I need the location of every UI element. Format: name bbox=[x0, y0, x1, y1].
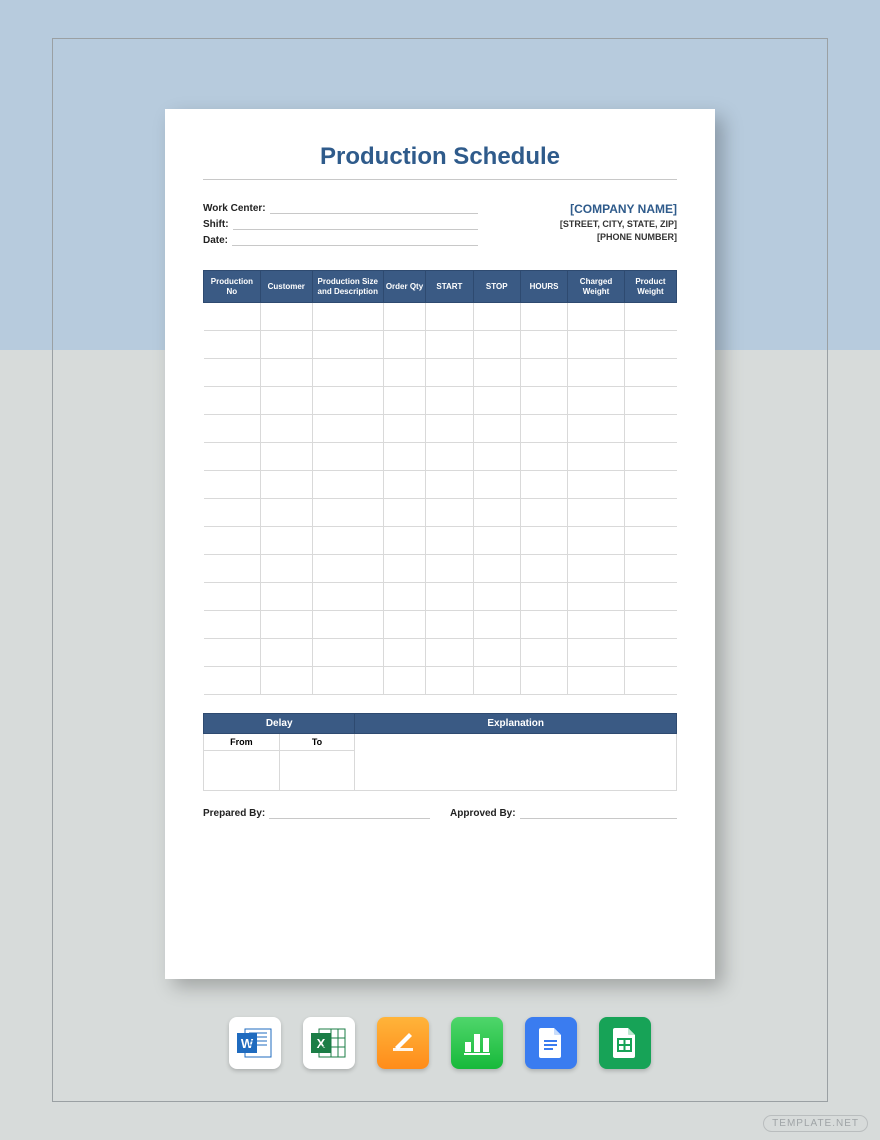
approved-by-row: Approved By: bbox=[450, 807, 677, 819]
company-phone: [PHONE NUMBER] bbox=[560, 232, 677, 242]
work-center-row: Work Center: bbox=[203, 202, 478, 214]
col-customer: Customer bbox=[260, 271, 312, 303]
work-center-field[interactable] bbox=[270, 202, 478, 214]
header-right: [COMPANY NAME] [STREET, CITY, STATE, ZIP… bbox=[560, 202, 677, 250]
preview-frame: Production Schedule Work Center: Shift: … bbox=[52, 38, 828, 1102]
svg-text:W: W bbox=[241, 1036, 254, 1051]
header-left: Work Center: Shift: Date: bbox=[203, 202, 478, 250]
watermark: TEMPLATE.NET bbox=[763, 1115, 868, 1132]
from-cell[interactable] bbox=[204, 751, 280, 791]
table-row bbox=[204, 555, 677, 583]
col-hours: HOURS bbox=[520, 271, 567, 303]
table-row bbox=[204, 443, 677, 471]
company-address: [STREET, CITY, STATE, ZIP] bbox=[560, 219, 677, 229]
shift-field[interactable] bbox=[233, 218, 478, 230]
shift-label: Shift: bbox=[203, 219, 229, 230]
table-row bbox=[204, 415, 677, 443]
pages-icon[interactable] bbox=[377, 1017, 429, 1069]
col-from: From bbox=[204, 734, 280, 751]
to-cell[interactable] bbox=[279, 751, 355, 791]
numbers-icon[interactable] bbox=[451, 1017, 503, 1069]
col-charged-weight: Charged Weight bbox=[568, 271, 625, 303]
google-sheets-icon[interactable] bbox=[599, 1017, 651, 1069]
table-row bbox=[204, 387, 677, 415]
table-row bbox=[204, 499, 677, 527]
delay-subheader-row: From To bbox=[204, 734, 677, 751]
table-row bbox=[204, 611, 677, 639]
col-product-weight: Product Weight bbox=[624, 271, 676, 303]
table-row bbox=[204, 527, 677, 555]
company-name: [COMPANY NAME] bbox=[560, 202, 677, 216]
document-page: Production Schedule Work Center: Shift: … bbox=[165, 109, 715, 979]
date-label: Date: bbox=[203, 235, 228, 246]
approved-by-label: Approved By: bbox=[450, 808, 516, 819]
col-explanation: Explanation bbox=[355, 714, 677, 734]
excel-icon[interactable]: X bbox=[303, 1017, 355, 1069]
signoff-row: Prepared By: Approved By: bbox=[203, 807, 677, 819]
col-delay: Delay bbox=[204, 714, 355, 734]
prepared-by-label: Prepared By: bbox=[203, 808, 265, 819]
table-row bbox=[204, 667, 677, 695]
table-header-row: Production No Customer Production Size a… bbox=[204, 271, 677, 303]
col-start: START bbox=[426, 271, 473, 303]
prepared-by-row: Prepared By: bbox=[203, 807, 430, 819]
col-size-desc: Production Size and Description bbox=[312, 271, 383, 303]
col-stop: STOP bbox=[473, 271, 520, 303]
prepared-by-field[interactable] bbox=[269, 807, 430, 819]
col-order-qty: Order Qty bbox=[383, 271, 426, 303]
work-center-label: Work Center: bbox=[203, 203, 266, 214]
explanation-cell[interactable] bbox=[355, 734, 677, 791]
delay-table: Delay Explanation From To bbox=[203, 713, 677, 791]
google-docs-icon[interactable] bbox=[525, 1017, 577, 1069]
approved-by-field[interactable] bbox=[520, 807, 677, 819]
table-row bbox=[204, 639, 677, 667]
page-title: Production Schedule bbox=[203, 143, 677, 180]
date-row: Date: bbox=[203, 234, 478, 246]
header-section: Work Center: Shift: Date: [COMPANY NAME]… bbox=[203, 202, 677, 250]
production-table: Production No Customer Production Size a… bbox=[203, 270, 677, 695]
delay-header-row: Delay Explanation bbox=[204, 714, 677, 734]
format-icons-row: W X bbox=[229, 1017, 651, 1069]
table-row bbox=[204, 583, 677, 611]
shift-row: Shift: bbox=[203, 218, 478, 230]
table-row bbox=[204, 303, 677, 331]
table-body bbox=[204, 303, 677, 695]
col-to: To bbox=[279, 734, 355, 751]
table-row bbox=[204, 359, 677, 387]
table-row bbox=[204, 471, 677, 499]
date-field[interactable] bbox=[232, 234, 478, 246]
table-row bbox=[204, 331, 677, 359]
col-production-no: Production No bbox=[204, 271, 261, 303]
word-icon[interactable]: W bbox=[229, 1017, 281, 1069]
